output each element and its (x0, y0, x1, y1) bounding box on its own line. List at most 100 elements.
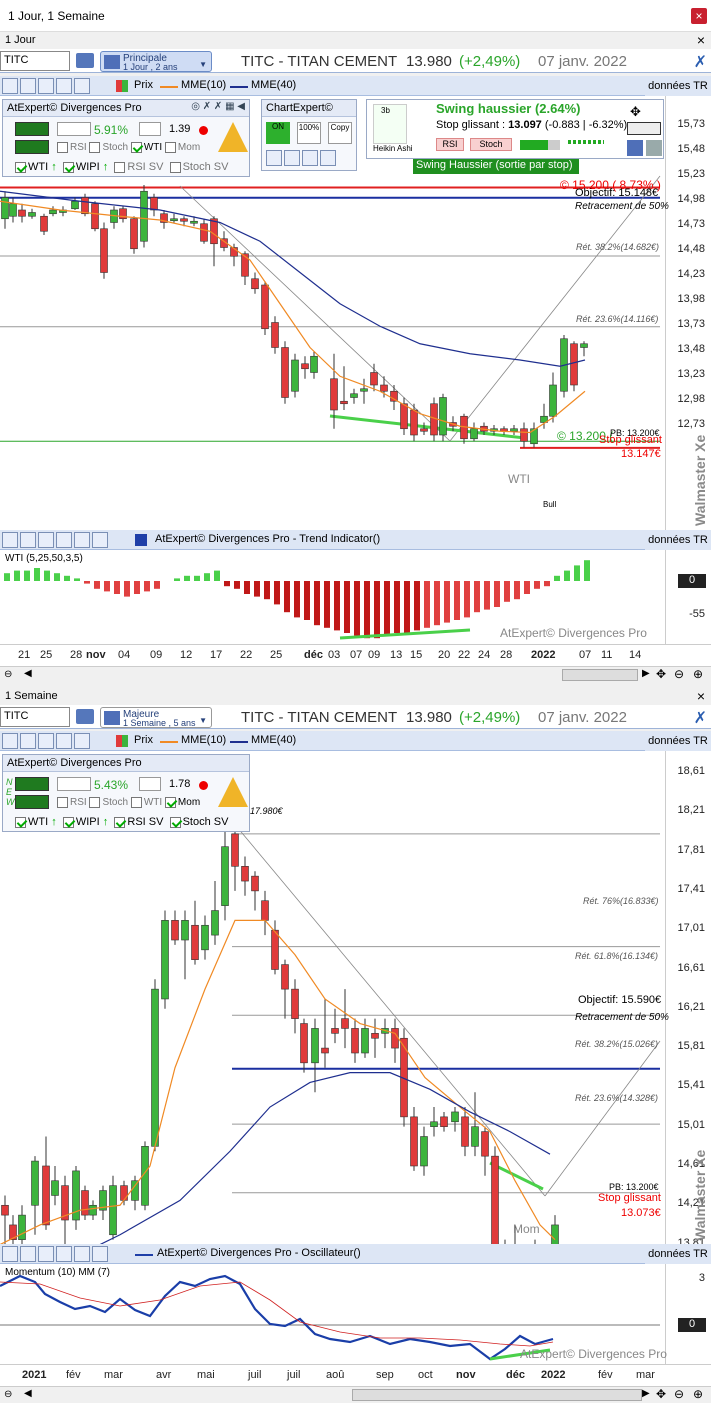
tools-icon[interactable]: ✗ (694, 52, 707, 72)
draw-icon[interactable] (38, 78, 54, 94)
signal-icon[interactable] (15, 140, 49, 154)
candle (481, 1131, 489, 1157)
link-icon[interactable]: ⊖ (4, 1389, 12, 1400)
signal-icon[interactable] (15, 122, 49, 136)
panel1-view-select[interactable]: Principale 1 Jour , 2 ans ▼ (100, 51, 212, 72)
trend-line (231, 820, 546, 1197)
candle-icon (116, 80, 128, 92)
record-icon[interactable] (302, 150, 318, 166)
ap-icon[interactable] (56, 733, 72, 749)
window-icon[interactable] (74, 532, 90, 548)
arrow-button[interactable] (627, 122, 661, 135)
settings-icon[interactable] (2, 733, 18, 749)
draw-icon[interactable] (38, 1246, 54, 1262)
mme40-line (0, 190, 586, 367)
move-icon[interactable]: ✥ (630, 104, 641, 120)
zoom-in-icon[interactable]: ⊕ (693, 667, 703, 681)
zoom-in-icon[interactable]: ⊕ (693, 1387, 703, 1401)
draw-icon[interactable] (38, 532, 54, 548)
book-icon[interactable] (76, 709, 94, 724)
draw-icon[interactable] (38, 733, 54, 749)
chart-icon[interactable] (646, 140, 662, 156)
candle (430, 1121, 438, 1127)
rsi-badge[interactable]: RSI (436, 138, 464, 151)
candle (51, 1180, 59, 1196)
tools-icon[interactable]: ✗ (694, 708, 707, 728)
window-icon[interactable] (74, 78, 90, 94)
settings-icon[interactable] (2, 78, 18, 94)
move-icon[interactable]: ✥ (656, 667, 666, 681)
zoom-out-icon[interactable]: ⊖ (674, 1387, 684, 1401)
ap-icon[interactable] (56, 532, 72, 548)
candle (89, 1204, 97, 1216)
bell-icon[interactable] (218, 777, 248, 807)
scroll-left-icon[interactable]: ◀ (24, 1388, 32, 1399)
panel2-indicator-title: AtExpert© Divergences Pro - Oscillateur(… (157, 1247, 361, 1259)
candle (170, 218, 178, 222)
scroll-right-icon[interactable]: ▶ (642, 1388, 650, 1399)
settings-icon[interactable] (2, 1246, 18, 1262)
on-button[interactable]: ON (266, 122, 290, 144)
info-icon[interactable] (320, 150, 336, 166)
scroll-thumb[interactable] (562, 669, 638, 681)
settings-icon[interactable] (2, 532, 18, 548)
wti-bar (554, 575, 560, 581)
panel1-symbol-input[interactable]: TITC (0, 51, 70, 71)
copy-button[interactable]: Copy (328, 122, 352, 144)
panel2-view-select[interactable]: Majeure 1 Semaine , 5 ans ▼ (100, 707, 212, 728)
book-icon[interactable] (76, 53, 94, 68)
stoch-badge[interactable]: Stoch (470, 138, 512, 151)
zoom-out-icon[interactable]: ⊖ (674, 667, 684, 681)
zoom-100-button[interactable]: 100% (297, 122, 321, 144)
scroll-left-icon[interactable]: ◀ (24, 668, 32, 679)
wti-bar (484, 581, 490, 610)
candle (439, 397, 447, 436)
window-close-button[interactable]: × (691, 8, 707, 24)
chart-icon[interactable] (627, 140, 643, 156)
signal-icon[interactable] (15, 777, 49, 791)
draw-icon[interactable] (284, 150, 300, 166)
panel2-scrollbar[interactable]: ⊖ ◀ ▶ ✥ ⊖ ⊕ (0, 1386, 711, 1402)
candle (251, 875, 259, 892)
link-icon[interactable]: ⊖ (4, 669, 12, 680)
ytick-label: 14,23 (677, 268, 705, 280)
panel2-symbol-input[interactable]: TITC (0, 707, 70, 727)
window-icon[interactable] (74, 1246, 90, 1262)
ap-icon[interactable] (56, 1246, 72, 1262)
wti-bar (174, 578, 180, 581)
indicator-icon[interactable] (20, 733, 36, 749)
atexpert-controls[interactable]: ◎ ✗ ✗ ▦ ◀ (191, 101, 245, 112)
ap-icon[interactable] (56, 78, 72, 94)
indicator-icon[interactable] (20, 532, 36, 548)
close-icon[interactable] (92, 532, 108, 548)
panel1-indicator-chart[interactable]: 0 -55 WTI (5,25,50,3,5) AtExpert© Diverg… (0, 550, 711, 644)
histogram-icon (135, 534, 147, 546)
wti-bar (64, 575, 70, 581)
move-icon[interactable]: ✥ (656, 1387, 666, 1401)
candle (520, 428, 528, 442)
atexpert-grey-options: RSI Stoch WTI Mom (57, 142, 200, 153)
candle (181, 920, 189, 941)
bell-icon[interactable] (218, 122, 248, 152)
tool-icon[interactable] (266, 150, 282, 166)
wti-bar (284, 581, 290, 613)
window-icon[interactable] (74, 733, 90, 749)
wti-bar (104, 581, 110, 592)
panel2-close-button[interactable]: × (697, 688, 705, 704)
candle (281, 347, 289, 398)
panel1-scrollbar[interactable]: ⊖ ◀ ▶ ✥ ⊖ ⊕ (0, 666, 711, 682)
indicator-icon[interactable] (20, 78, 36, 94)
panel1-price-chart[interactable]: 15,73 15,48 15,23 14,98 14,73 14,48 14,23 13,98… (0, 96, 711, 530)
panel2-indicator-chart[interactable]: 3 0 Momentum (10) MM (7) AtExpert© Diver… (0, 1264, 711, 1364)
close-icon[interactable] (92, 1246, 108, 1262)
candle (360, 388, 368, 392)
candle (251, 278, 259, 290)
signal-icon[interactable] (15, 795, 49, 809)
scroll-right-icon[interactable]: ▶ (642, 668, 650, 679)
panel1-close-button[interactable]: × (697, 32, 705, 48)
scroll-thumb[interactable] (352, 1389, 642, 1401)
panel2-price-chart[interactable]: 18,61 18,21 17,81 17,41 17,01 16,61 16,21 15,81… (0, 751, 711, 1327)
xtick-label: 12 (180, 649, 193, 661)
legend-prix: Prix (134, 734, 153, 746)
indicator-icon[interactable] (20, 1246, 36, 1262)
